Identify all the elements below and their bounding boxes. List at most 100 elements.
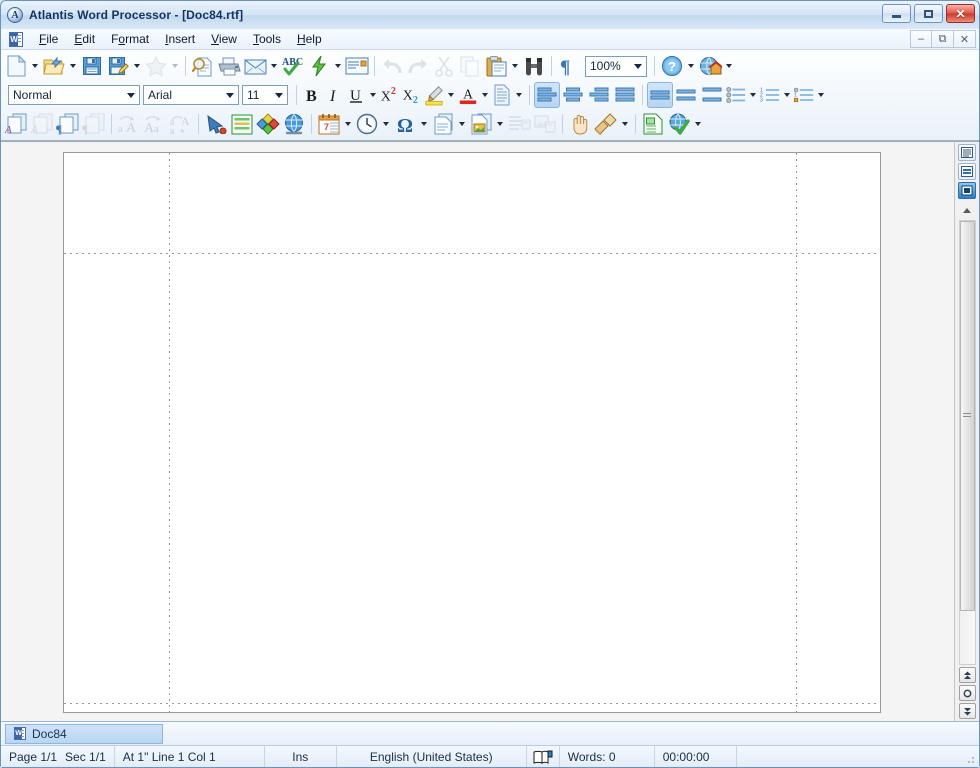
- uppercase-button[interactable]: a A: [116, 111, 142, 137]
- resize-grip-icon[interactable]: [963, 753, 977, 765]
- bold-button[interactable]: B: [301, 83, 323, 107]
- mdi-close-button[interactable]: ✕: [954, 30, 976, 48]
- font-name-combo[interactable]: Arial: [143, 85, 239, 105]
- insert-symbol-dropdown[interactable]: [418, 112, 430, 136]
- zoom-combo[interactable]: 100%: [585, 55, 647, 77]
- find-button[interactable]: [521, 53, 547, 79]
- status-dictionary[interactable]: [527, 746, 560, 767]
- mdi-minimize-button[interactable]: –: [910, 30, 932, 48]
- titlecase-button[interactable]: A a: [142, 111, 168, 137]
- bullet-list-button[interactable]: [725, 83, 747, 107]
- font-size-combo[interactable]: 11: [242, 85, 288, 105]
- align-center-button[interactable]: [560, 82, 586, 108]
- superscript-button[interactable]: X 2: [379, 83, 401, 107]
- minimize-button[interactable]: [882, 4, 911, 23]
- insert-note-button[interactable]: [229, 111, 255, 137]
- paste-dropdown[interactable]: [509, 54, 521, 78]
- web-publish-button[interactable]: [666, 111, 692, 137]
- web-layout-view-button[interactable]: [958, 163, 976, 180]
- zoom-dropdown-arrow[interactable]: [630, 57, 646, 75]
- favorites-dropdown[interactable]: [169, 54, 181, 78]
- open-document-dropdown[interactable]: [67, 54, 79, 78]
- save-as-button[interactable]: [105, 53, 131, 79]
- insert-symbol-button[interactable]: Ω: [392, 111, 418, 137]
- highlight-dropdown[interactable]: [445, 83, 457, 107]
- paragraph-style-dropdown-arrow[interactable]: [123, 86, 139, 104]
- close-button[interactable]: ✕: [946, 4, 975, 23]
- insert-picture-button[interactable]: [468, 111, 494, 137]
- help-button[interactable]: ?: [659, 53, 685, 79]
- page-color-button[interactable]: [491, 83, 513, 107]
- web-home-dropdown[interactable]: [723, 54, 735, 78]
- next-page-button[interactable]: [958, 703, 976, 719]
- label-card-button[interactable]: [344, 53, 370, 79]
- format-painter-button[interactable]: [593, 111, 619, 137]
- formatting-marks-button[interactable]: ¶: [556, 53, 582, 79]
- maximize-button[interactable]: [914, 4, 943, 23]
- menu-help[interactable]: Help: [289, 29, 330, 49]
- multilevel-list-button[interactable]: 1: [793, 83, 815, 107]
- page-layout-view-button[interactable]: [958, 182, 976, 199]
- highlight-button[interactable]: [423, 83, 445, 107]
- insert-date-button[interactable]: 7: [316, 111, 342, 137]
- new-document-button[interactable]: [3, 53, 29, 79]
- print-button[interactable]: [216, 53, 242, 79]
- copy-button[interactable]: [457, 53, 483, 79]
- drag-page-button[interactable]: [567, 111, 593, 137]
- open-document-button[interactable]: [41, 53, 67, 79]
- paste-paragraph-style-button[interactable]: ¶: [81, 111, 107, 137]
- document-page[interactable]: [63, 152, 881, 713]
- insert-time-dropdown[interactable]: [380, 112, 392, 136]
- document-system-icon[interactable]: [9, 31, 23, 47]
- paragraph-style-combo[interactable]: Normal: [8, 85, 140, 105]
- multilevel-list-dropdown[interactable]: [815, 83, 827, 107]
- numbered-list-button[interactable]: 1 2 3: [759, 83, 781, 107]
- bookmark-button[interactable]: [203, 111, 229, 137]
- menu-view[interactable]: View: [203, 29, 245, 49]
- hyperlink-button[interactable]: [281, 111, 307, 137]
- print-preview-button[interactable]: [190, 53, 216, 79]
- paste-character-style-button[interactable]: A: [29, 111, 55, 137]
- font-size-dropdown-arrow[interactable]: [271, 86, 287, 104]
- copy-paragraph-style-button[interactable]: ¶: [55, 111, 81, 137]
- send-mail-button[interactable]: [242, 53, 268, 79]
- document-area[interactable]: [1, 141, 954, 721]
- menu-tools[interactable]: Tools: [245, 29, 289, 49]
- page-color-dropdown[interactable]: [513, 83, 525, 107]
- copy-character-style-button[interactable]: A: [3, 111, 29, 137]
- undo-button[interactable]: [379, 53, 405, 79]
- underline-button[interactable]: U: [345, 83, 367, 107]
- format-painter-dropdown[interactable]: [619, 112, 631, 136]
- align-left-button[interactable]: [534, 82, 560, 108]
- spell-check-button[interactable]: ABC: [280, 53, 306, 79]
- font-color-button[interactable]: A: [457, 83, 479, 107]
- send-mail-dropdown[interactable]: [268, 54, 280, 78]
- line-spacing-double-button[interactable]: [699, 82, 725, 108]
- status-language[interactable]: English (United States): [337, 746, 527, 767]
- italic-button[interactable]: I: [323, 83, 345, 107]
- insert-picture-dropdown[interactable]: [494, 112, 506, 136]
- menu-file[interactable]: FFileile: [31, 29, 66, 49]
- paste-button[interactable]: [483, 53, 509, 79]
- insert-file-button[interactable]: [430, 111, 456, 137]
- insert-time-button[interactable]: [354, 111, 380, 137]
- lowercase-button[interactable]: a A a: [168, 111, 194, 137]
- subscript-button[interactable]: X 2: [401, 83, 423, 107]
- document-properties-button[interactable]: [640, 111, 666, 137]
- align-right-button[interactable]: [586, 82, 612, 108]
- line-spacing-single-button[interactable]: [647, 82, 673, 108]
- insert-date-dropdown[interactable]: [342, 112, 354, 136]
- help-dropdown[interactable]: [685, 54, 697, 78]
- mdi-restore-button[interactable]: ⧉: [932, 30, 954, 48]
- save-text-button[interactable]: [506, 111, 532, 137]
- menu-format[interactable]: Format: [103, 29, 157, 49]
- favorites-button[interactable]: [143, 53, 169, 79]
- vertical-scrollbar-track[interactable]: [958, 220, 976, 665]
- save-as-dropdown[interactable]: [131, 54, 143, 78]
- cut-button[interactable]: [431, 53, 457, 79]
- font-color-dropdown[interactable]: [479, 83, 491, 107]
- font-name-dropdown-arrow[interactable]: [222, 86, 238, 104]
- status-timer[interactable]: 00:00:00: [655, 746, 737, 767]
- previous-page-button[interactable]: [958, 667, 976, 683]
- vertical-scrollbar-thumb[interactable]: [959, 221, 975, 611]
